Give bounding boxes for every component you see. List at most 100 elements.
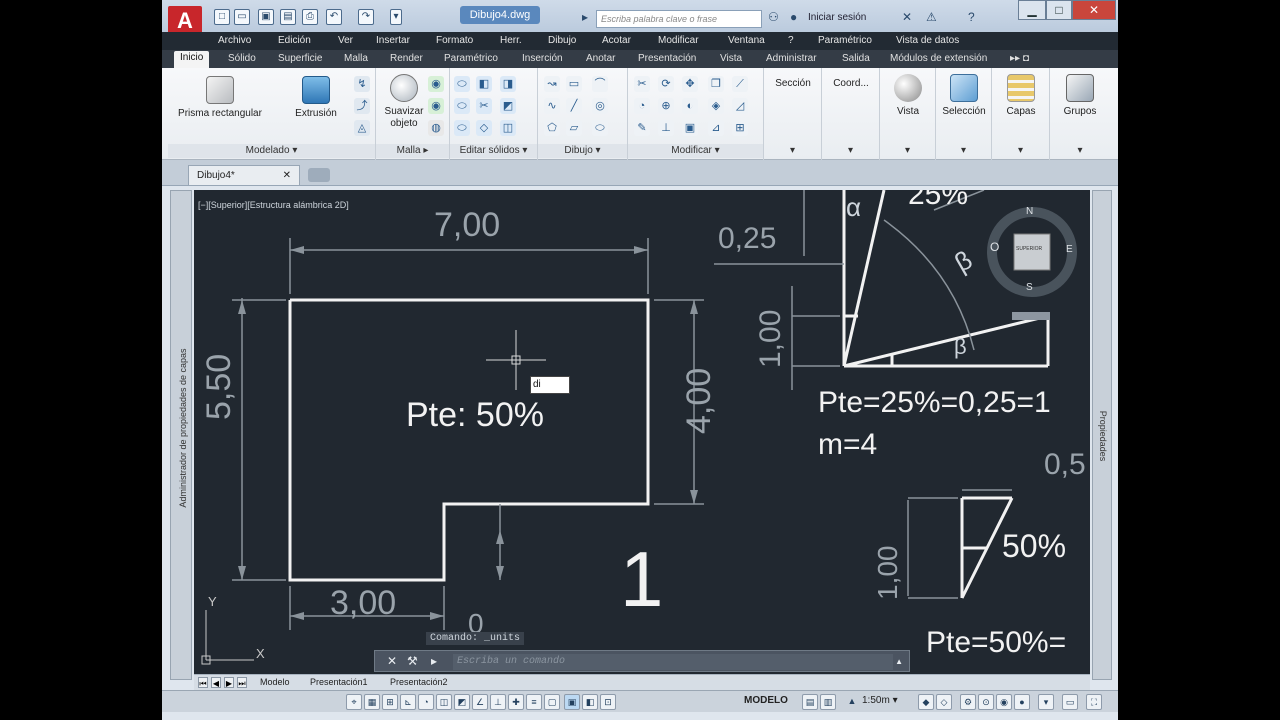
menu-4[interactable]: Formato: [436, 35, 473, 46]
selection-dropdown-icon[interactable]: ▾: [936, 144, 991, 158]
rectangle-icon[interactable]: ▭: [566, 76, 582, 92]
scale-icon[interactable]: ◿: [732, 98, 748, 114]
array-icon[interactable]: ⊕: [658, 98, 674, 114]
undo-icon[interactable]: ↶: [326, 9, 342, 25]
viewport-scale-icon[interactable]: ▥: [820, 694, 836, 710]
layers-button[interactable]: Capas: [996, 74, 1046, 118]
move-icon[interactable]: ✥: [682, 76, 698, 92]
array-grid-icon[interactable]: ⊞: [732, 120, 748, 136]
close-tab-icon[interactable]: ✕: [283, 166, 291, 186]
minimize-button[interactable]: ▁: [1018, 0, 1046, 20]
new-icon[interactable]: □: [214, 9, 230, 25]
tab-6[interactable]: Inserción: [522, 53, 563, 64]
new-tab-button[interactable]: [308, 168, 330, 182]
offset-icon[interactable]: ◈: [708, 98, 724, 114]
redo-icon[interactable]: ↷: [358, 9, 374, 25]
save-as-icon[interactable]: ▤: [280, 9, 296, 25]
infer-icon[interactable]: ⌖: [346, 694, 362, 710]
workspace-icon[interactable]: ⚙: [960, 694, 976, 710]
annotation-scale[interactable]: 1:50m ▾: [862, 695, 898, 706]
view-dropdown-icon[interactable]: ▾: [880, 144, 935, 158]
trim-icon[interactable]: ✂: [634, 76, 650, 92]
binoculars-icon[interactable]: ⚇: [768, 10, 779, 24]
snap-icon[interactable]: ▦: [364, 694, 380, 710]
drawing-canvas[interactable]: [−][Superior][Estructura alámbrica 2D] 7…: [194, 190, 1090, 674]
grid-icon[interactable]: ⊞: [382, 694, 398, 710]
fillet-icon[interactable]: ◔: [634, 98, 650, 114]
search-input[interactable]: Escriba palabra clave o frase: [596, 10, 762, 28]
groups-dropdown-icon[interactable]: ▾: [1050, 144, 1110, 158]
clean-screen-icon[interactable]: ▭: [1062, 694, 1078, 710]
arrow-icon[interactable]: ▸: [582, 10, 588, 24]
lwt-icon[interactable]: ≡: [526, 694, 542, 710]
hardware-icon[interactable]: ◉: [996, 694, 1012, 710]
lock-icon[interactable]: ⊙: [978, 694, 994, 710]
stretch-icon[interactable]: ⊿: [708, 120, 724, 136]
menu-8[interactable]: Modificar: [658, 35, 699, 46]
dyn-icon[interactable]: ✚: [508, 694, 524, 710]
tab-1[interactable]: Sólido: [228, 53, 256, 64]
menu-9[interactable]: Ventana: [728, 35, 765, 46]
qp-icon[interactable]: ▣: [564, 694, 580, 710]
model-space-toggle[interactable]: MODELO: [744, 695, 788, 706]
tab-layout1[interactable]: Presentación1: [310, 677, 368, 687]
menu-11[interactable]: Paramétrico: [818, 35, 872, 46]
circle-icon[interactable]: ◎: [592, 98, 608, 114]
menu-0[interactable]: Archivo: [218, 35, 251, 46]
arc-icon[interactable]: ⌒: [592, 76, 608, 92]
first-layout-icon[interactable]: ⏮: [198, 677, 208, 688]
explode-icon[interactable]: ▣: [682, 120, 698, 136]
properties-palette[interactable]: Propiedades: [1092, 190, 1112, 680]
group-label-malla[interactable]: Malla ▸: [376, 144, 449, 158]
layers-dropdown-icon[interactable]: ▾: [992, 144, 1049, 158]
fullscreen-icon[interactable]: ⛶: [1086, 694, 1102, 710]
mesh-sphere-icon[interactable]: ◉: [428, 98, 444, 114]
prev-layout-icon[interactable]: ◀: [211, 677, 221, 688]
extend-icon[interactable]: ⟋: [732, 76, 748, 92]
dynamic-input[interactable]: di: [530, 376, 570, 394]
groups-button[interactable]: Grupos: [1054, 74, 1106, 118]
mesh-refine-icon[interactable]: ◍: [428, 120, 444, 136]
next-layout-icon[interactable]: ▶: [224, 677, 234, 688]
viewcube-west[interactable]: O: [990, 240, 999, 254]
otrack-icon[interactable]: ∠: [472, 694, 488, 710]
qa-dropdown-icon[interactable]: ▾: [390, 9, 402, 25]
annotation-scale-icon[interactable]: ▲: [844, 694, 860, 710]
am-icon[interactable]: ⊡: [600, 694, 616, 710]
menu-12[interactable]: Vista de datos: [896, 35, 959, 46]
spline-icon[interactable]: ∿: [544, 98, 560, 114]
sc-icon[interactable]: ◧: [582, 694, 598, 710]
tab-5[interactable]: Paramétrico: [444, 53, 498, 64]
coord-button[interactable]: Coord...: [826, 78, 876, 90]
coord-dropdown-icon[interactable]: ▾: [822, 144, 879, 158]
menu-3[interactable]: Insertar: [376, 35, 410, 46]
mirror-icon[interactable]: ◐: [682, 98, 698, 114]
tab-layout2[interactable]: Presentación2: [390, 677, 448, 687]
box-button[interactable]: Prisma rectangular: [178, 76, 262, 120]
tab-9[interactable]: Vista: [720, 53, 742, 64]
shell-icon[interactable]: ⬭: [454, 120, 470, 136]
tpy-icon[interactable]: ▢: [544, 694, 560, 710]
menu-7[interactable]: Acotar: [602, 35, 631, 46]
user-icon[interactable]: ●: [790, 10, 797, 24]
save-icon[interactable]: ▣: [258, 9, 274, 25]
help-button[interactable]: ?: [968, 10, 975, 24]
copy-icon[interactable]: ❐: [708, 76, 724, 92]
menu-6[interactable]: Dibujo: [548, 35, 576, 46]
menu-5[interactable]: Herr.: [500, 35, 522, 46]
polyline-icon[interactable]: ↝: [544, 76, 560, 92]
exchange-icon[interactable]: ✕: [902, 10, 912, 24]
thicken-icon[interactable]: ✂: [476, 98, 492, 114]
tab-4[interactable]: Render: [390, 53, 423, 64]
isolate-icon[interactable]: ●: [1014, 694, 1030, 710]
selection-button[interactable]: Selección: [936, 74, 992, 118]
group-label-editar-solidos[interactable]: Editar sólidos ▾: [450, 144, 537, 158]
group-label-modificar[interactable]: Modificar ▾: [628, 144, 763, 158]
customize-icon[interactable]: ▾: [1038, 694, 1054, 710]
viewcube-south[interactable]: S: [1026, 282, 1033, 293]
cmd-prompt-icon[interactable]: ▸: [431, 654, 437, 668]
viewcube-east[interactable]: E: [1066, 244, 1073, 255]
tab-0[interactable]: Inicio: [174, 51, 210, 68]
section-button[interactable]: Sección: [768, 78, 818, 90]
section-dropdown-icon[interactable]: ▾: [764, 144, 821, 158]
